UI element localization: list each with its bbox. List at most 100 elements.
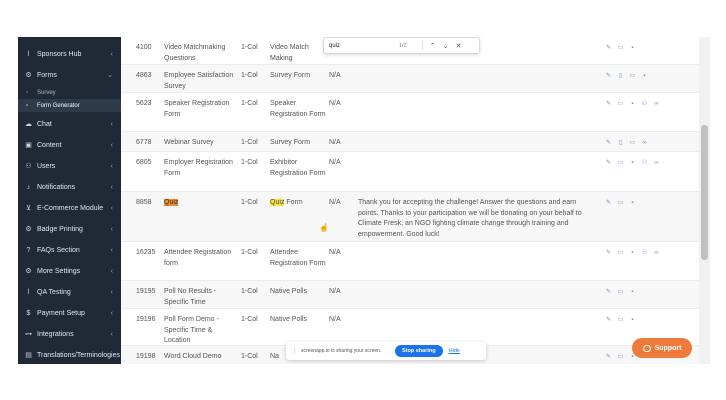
chevron-left-icon: ‹ <box>110 288 113 296</box>
form-layout: 1-Col <box>241 139 258 146</box>
form-type: Speaker Registration Form <box>270 100 326 118</box>
form-layout: 1-Col <box>241 249 258 256</box>
edit-icon[interactable]: ✎ <box>605 100 612 107</box>
scrollbar-thumb[interactable] <box>701 125 708 260</box>
edit-icon[interactable]: ✎ <box>605 159 612 166</box>
find-input[interactable]: quiz <box>329 43 399 49</box>
link-icon[interactable]: ∞ <box>641 139 648 146</box>
edit-icon[interactable]: ✎ <box>605 199 612 206</box>
sidebar-item-qa-testing[interactable]: ⌇ QA Testing ‹ <box>18 282 121 302</box>
file-icon: ▫ <box>26 89 29 96</box>
sidebar-item-ecommerce[interactable]: ⊻ E-Commerce Module ‹ <box>18 198 121 218</box>
chevron-left-icon: ‹ <box>110 246 113 254</box>
row-actions: ✎ ▯ ▭ ∞ <box>605 139 648 147</box>
sidebar-item-label: Users <box>37 162 56 170</box>
sidebar-subitem-form-generator[interactable]: ▫ Form Generator <box>18 99 121 112</box>
edit-icon[interactable]: ✎ <box>605 353 612 360</box>
delete-icon[interactable]: ▪ <box>629 44 636 51</box>
copy-icon[interactable]: ▭ <box>617 44 624 51</box>
delete-icon[interactable]: ▪ <box>629 249 636 256</box>
close-icon[interactable]: ✕ <box>452 42 465 50</box>
link-icon[interactable]: ∞ <box>653 249 660 256</box>
form-type: Quiz Form <box>270 198 326 209</box>
chevron-up-icon[interactable]: ⌃ <box>426 42 439 50</box>
row-actions: ✎ ▭ ▪ ⚇ ∞ <box>605 159 660 167</box>
edit-icon[interactable]: ✎ <box>605 288 612 295</box>
file-icon[interactable]: ▯ <box>617 139 624 146</box>
sidebar-item-label: Sponsors Hub <box>37 50 82 58</box>
form-status: N/A <box>329 199 341 206</box>
dollar-icon: $ <box>26 309 31 317</box>
delete-icon[interactable]: ▪ <box>629 199 636 206</box>
link-icon[interactable]: ∞ <box>653 100 660 107</box>
sidebar-subitem-label: Form Generator <box>37 102 80 109</box>
edit-icon[interactable]: ✎ <box>605 44 612 51</box>
table-row: 6805 Employer Registration Form 1-Col Ex… <box>121 152 699 192</box>
form-status: N/A <box>329 100 341 107</box>
sidebar-item-payment-setup[interactable]: $ Payment Setup ‹ <box>18 303 121 323</box>
sidebar-item-label: E-Commerce Module <box>37 204 104 212</box>
form-name: Employee Satisfaction Survey <box>164 72 234 90</box>
sidebar-item-label: Notifications <box>37 183 76 191</box>
chevron-left-icon: ‹ <box>110 50 113 58</box>
chevron-left-icon: ‹ <box>110 309 113 317</box>
drag-handle-icon[interactable]: ⋮ <box>291 347 298 355</box>
row-actions: ✎ ▭ ▪ <box>605 288 636 296</box>
delete-icon[interactable]: ▪ <box>629 100 636 107</box>
form-type: Attendee Registration Form <box>270 249 326 267</box>
sidebar-item-notifications[interactable]: ♪ Notifications ‹ <box>18 177 121 197</box>
support-button[interactable]: Support <box>632 338 692 358</box>
users-icon[interactable]: ⚇ <box>641 100 648 107</box>
sidebar-item-label: Payment Setup <box>37 309 85 317</box>
sidebar-item-sponsors-hub[interactable]: ⌇ Sponsors Hub ‹ <box>18 44 121 64</box>
copy-icon[interactable]: ▭ <box>617 249 624 256</box>
sidebar-item-more-settings[interactable]: ⚙ More Settings ‹ <box>18 261 121 281</box>
sidebar-item-badge-printing[interactable]: ⚙ Badge Printing ‹ <box>18 219 121 239</box>
chevron-left-icon: ‹ <box>110 267 113 275</box>
table-row: 19196 Poll Form Demo - Specific Time & L… <box>121 309 699 346</box>
file-icon[interactable]: ▯ <box>617 72 624 79</box>
sidebar-item-content[interactable]: ▣ Content ‹ <box>18 135 121 155</box>
sidebar-item-integrations[interactable]: ⊶ Integrations ‹ <box>18 324 121 344</box>
hide-link[interactable]: Hide <box>449 348 460 354</box>
sidebar-item-faqs[interactable]: ? FAQs Section ‹ <box>18 240 121 260</box>
chart-icon: ⌇ <box>26 51 31 58</box>
delete-icon[interactable]: ▪ <box>629 316 636 323</box>
copy-icon[interactable]: ▭ <box>629 72 636 79</box>
chat-bubble-icon <box>642 344 651 352</box>
sidebar-item-translations[interactable]: ▤ Translations/Terminologies <box>18 345 121 364</box>
delete-icon[interactable]: ▪ <box>629 288 636 295</box>
copy-icon[interactable]: ▭ <box>617 316 624 323</box>
sidebar-item-forms[interactable]: ⚙ Forms ⌄ <box>18 65 121 85</box>
sidebar-item-label: Chat <box>37 120 52 128</box>
stop-sharing-button[interactable]: Stop sharing <box>395 345 443 357</box>
delete-icon[interactable]: ▪ <box>629 159 636 166</box>
copy-icon[interactable]: ▭ <box>617 159 624 166</box>
users-icon[interactable]: ⚇ <box>641 159 648 166</box>
chevron-left-icon: ‹ <box>110 141 113 149</box>
link-icon[interactable]: ∞ <box>653 159 660 166</box>
table-row: 19195 Poll No Results - Specific Time 1-… <box>121 281 699 309</box>
sidebar-subitem-survey[interactable]: ▫ Survey <box>18 86 121 99</box>
users-icon[interactable]: ⚇ <box>641 249 648 256</box>
forms-table: 4100 Video Matchmaking Questions 1-Col V… <box>121 37 710 364</box>
copy-icon[interactable]: ▭ <box>617 288 624 295</box>
table-row: 8858 Quiz 1-Col Quiz Form N/A Thank you … <box>121 192 699 242</box>
copy-icon[interactable]: ▭ <box>617 353 624 360</box>
search-highlight: Quiz <box>270 199 285 206</box>
copy-icon[interactable]: ▭ <box>617 199 624 206</box>
row-actions: ✎ ▭ ▪ <box>605 316 636 324</box>
delete-icon[interactable]: ▪ <box>641 72 648 79</box>
copy-icon[interactable]: ▭ <box>629 139 636 146</box>
chevron-down-icon[interactable]: ⌄ <box>439 42 452 50</box>
vertical-scrollbar[interactable] <box>699 37 710 364</box>
gear-icon: ⚙ <box>25 72 32 79</box>
edit-icon[interactable]: ✎ <box>605 139 612 146</box>
sidebar-item-users[interactable]: ⚇ Users ‹ <box>18 156 121 176</box>
form-type: Survey Form <box>270 139 311 146</box>
copy-icon[interactable]: ▭ <box>617 100 624 107</box>
edit-icon[interactable]: ✎ <box>605 72 612 79</box>
sidebar-item-chat[interactable]: ☁ Chat ‹ <box>18 114 121 134</box>
edit-icon[interactable]: ✎ <box>605 249 612 256</box>
edit-icon[interactable]: ✎ <box>605 316 612 323</box>
